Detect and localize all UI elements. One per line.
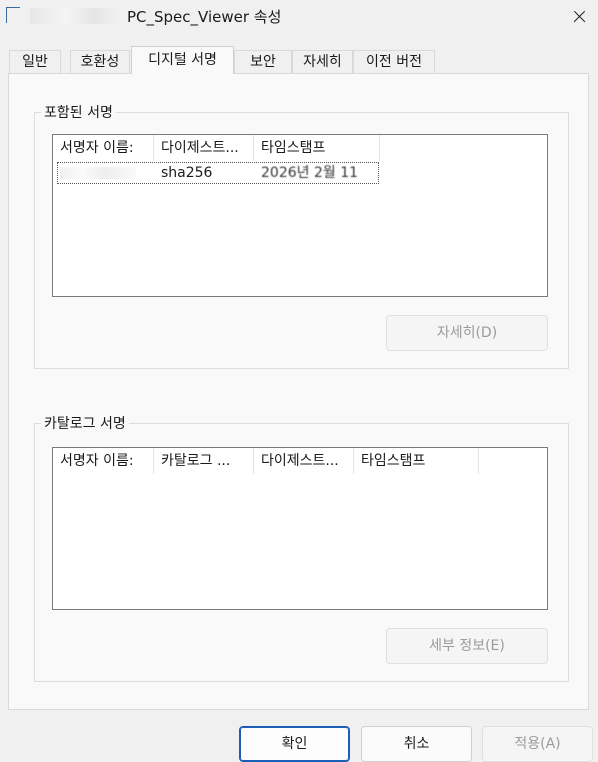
redacted-signer: [60, 167, 136, 179]
tab-panel: 포함된 서명 서명자 이름: 다이제스트... 타임스탬프 sha256 202…: [8, 73, 589, 710]
redacted-title-prefix: [30, 8, 122, 24]
signer-cell: [58, 163, 157, 183]
embedded-signatures-list[interactable]: 서명자 이름: 다이제스트... 타임스탬프 sha256 2026년 2월 1…: [52, 134, 548, 297]
timestamp-cell: 2026년 2월 11: [261, 165, 359, 181]
cancel-button[interactable]: 취소: [361, 726, 472, 762]
tab-strip: 일반 호환성 디지털 서명 보안 자세히 이전 버전: [9, 46, 589, 74]
column-header-digest[interactable]: 다이제스트...: [254, 448, 354, 474]
column-header-signer[interactable]: 서명자 이름:: [53, 448, 154, 474]
tab-previous-versions[interactable]: 이전 버전: [353, 50, 435, 73]
app-icon: [6, 7, 26, 23]
digest-cell: sha256: [161, 165, 213, 181]
column-header-timestamp[interactable]: 타임스탬프: [354, 448, 479, 474]
embedded-signatures-group: 포함된 서명 서명자 이름: 다이제스트... 타임스탬프 sha256 202…: [34, 102, 569, 369]
catalog-details-button[interactable]: 세부 정보(E): [386, 628, 548, 664]
apply-button[interactable]: 적용(A): [482, 726, 593, 762]
tab-general[interactable]: 일반: [9, 50, 61, 73]
ok-button[interactable]: 확인: [239, 726, 350, 762]
tab-security[interactable]: 보안: [234, 50, 292, 73]
column-header-signer[interactable]: 서명자 이름:: [53, 135, 154, 161]
tab-digital-signatures[interactable]: 디지털 서명: [131, 46, 234, 74]
title-bar: PC_Spec_Viewer 속성: [0, 0, 598, 34]
catalog-signatures-list[interactable]: 서명자 이름: 카탈로그 ... 다이제스트... 타임스탬프: [52, 447, 548, 610]
embedded-signatures-title: 포함된 서명: [41, 102, 116, 122]
column-header-catalog[interactable]: 카탈로그 ...: [154, 448, 254, 474]
catalog-signatures-title: 카탈로그 서명: [41, 413, 129, 433]
window-title: PC_Spec_Viewer 속성: [127, 8, 282, 26]
table-row[interactable]: sha256 2026년 2월 11: [57, 162, 379, 184]
tab-compatibility[interactable]: 호환성: [70, 50, 130, 73]
details-button[interactable]: 자세히(D): [386, 315, 548, 351]
tab-details[interactable]: 자세히: [292, 50, 353, 73]
column-header-timestamp[interactable]: 타임스탬프: [254, 135, 380, 161]
column-header-digest[interactable]: 다이제스트...: [154, 135, 254, 161]
catalog-signatures-group: 카탈로그 서명 서명자 이름: 카탈로그 ... 다이제스트... 타임스탬프 …: [34, 413, 569, 682]
close-button[interactable]: [564, 2, 596, 32]
